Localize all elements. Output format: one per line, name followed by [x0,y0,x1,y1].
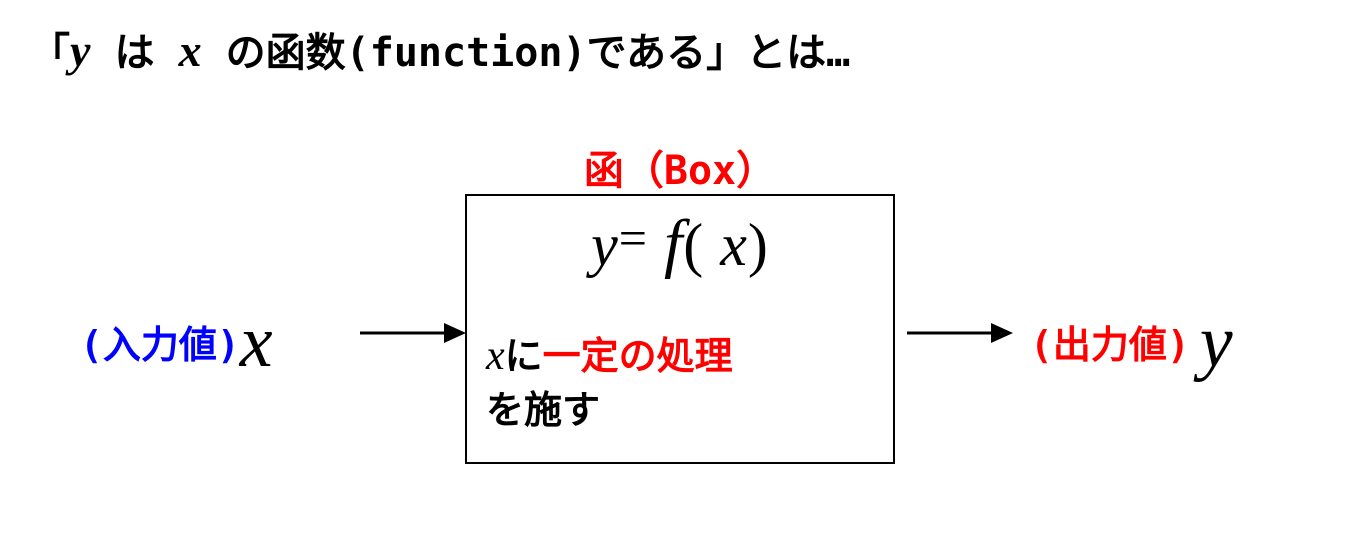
title-text-1: は [90,30,178,76]
desc-process: 一定の処理 [543,334,733,378]
input-label: (入力値) [80,323,240,367]
equation: y= f( x) [465,206,895,282]
open-bracket: 「 [30,30,70,76]
input-group: (入力値)x [80,300,273,385]
close-paren: ) [748,212,769,278]
title-var-y: y [70,25,90,76]
arrow-output-icon [905,318,1015,348]
desc-var-x: x [486,333,505,379]
output-var-y: y [1190,301,1233,383]
title-line: 「y は x の函数(function)である」とは… [30,20,850,78]
diagram-stage: 「y は x の函数(function)である」とは… 函（Box） y= f(… [0,0,1366,544]
output-label: (出力値) [1030,323,1190,367]
arrow-input-icon [358,318,468,348]
input-var-x: x [240,301,273,383]
equals-sign: = [619,210,648,266]
output-group: (出力値)y [1030,300,1233,385]
title-var-x: x [179,25,202,76]
desc-ni: に [505,334,543,378]
eq-var-x: x [720,212,748,278]
eq-func-f: f [664,207,683,280]
desc-apply: を施す [486,388,600,432]
box-title: 函（Box） [465,138,895,196]
eq-var-y: y [591,212,619,278]
title-text-2: の函数(function)である」とは… [202,30,851,76]
open-paren: ( [683,212,704,278]
description-block: xに一定の処理 を施す [486,328,733,436]
